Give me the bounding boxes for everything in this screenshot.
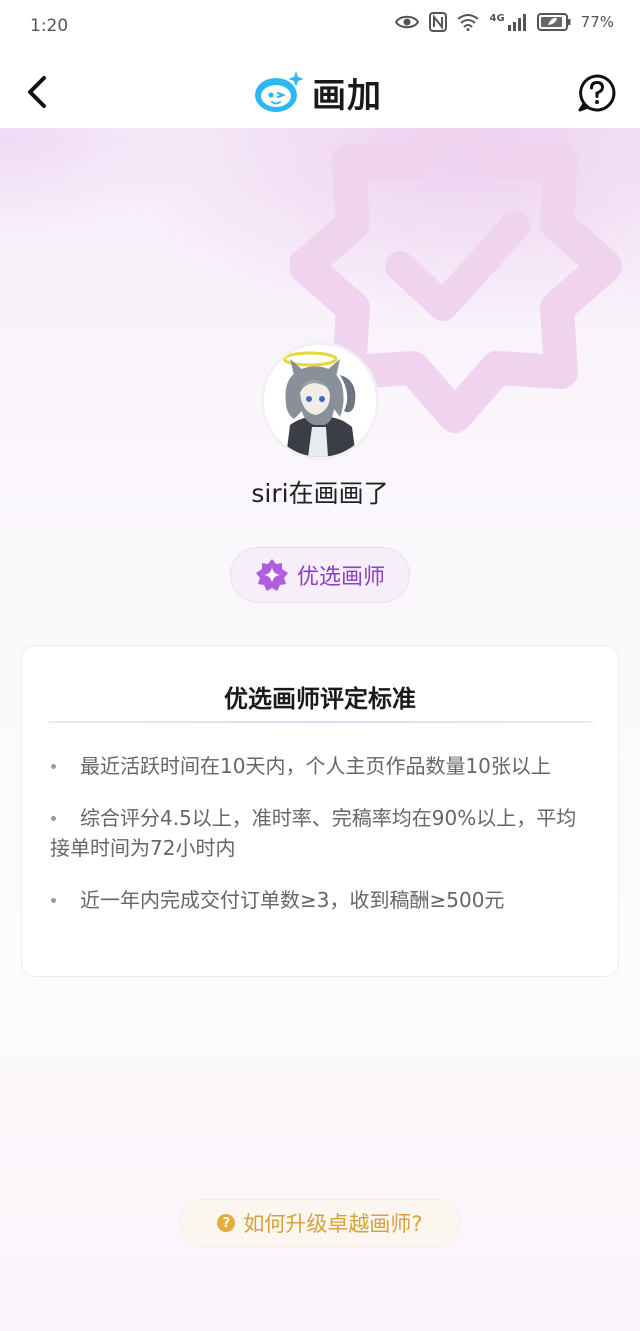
nfc-icon (429, 12, 448, 32)
avatar-illustration (264, 345, 376, 457)
sparkle-badge-icon (255, 559, 288, 591)
eye-icon (395, 15, 420, 29)
username: siri在画画了 (251, 479, 389, 508)
status-bar: 1:20 4G 77% (0, 0, 640, 56)
criteria-card: 优选画师评定标准 最近活跃时间在10天内，个人主页作品数量10张以上 综合评分4… (21, 645, 619, 977)
help-button[interactable] (578, 74, 616, 112)
battery-percent: 77% (580, 13, 614, 31)
brand-name: 画加 (312, 75, 382, 116)
list-item: 最近活跃时间在10天内，个人主页作品数量10张以上 (50, 751, 590, 781)
list-item: 近一年内完成交付订单数≥3，收到稿酬≥500元 (50, 885, 590, 915)
criteria-list: 最近活跃时间在10天内，个人主页作品数量10张以上 综合评分4.5以上，准时率、… (50, 751, 590, 937)
status-time: 1:20 (30, 16, 69, 36)
list-item: 综合评分4.5以上，准时率、完稿率均在90%以上，平均接单时间为72小时内 (50, 803, 590, 863)
mascot-logo-icon (255, 71, 304, 112)
signal-icon (507, 14, 526, 31)
battery-icon (536, 13, 571, 31)
upgrade-guide-button[interactable]: ? 如何升级卓越画师? (180, 1199, 460, 1247)
app-header: 画加 (0, 56, 640, 128)
wifi-icon (457, 14, 480, 31)
network-type-label: 4G (489, 12, 505, 24)
badge-label: 优选画师 (296, 565, 385, 590)
brand-logo: 画加 (250, 68, 382, 116)
status-icons: 4G 77% (395, 12, 614, 32)
card-divider (49, 721, 593, 723)
upgrade-label: 如何升级卓越画师? (243, 1212, 423, 1236)
avatar[interactable] (261, 342, 379, 460)
premium-artist-badge[interactable]: 优选画师 (230, 547, 410, 603)
card-title: 优选画师评定标准 (224, 685, 416, 713)
back-button[interactable] (20, 72, 56, 112)
question-icon: ? (217, 1214, 236, 1232)
